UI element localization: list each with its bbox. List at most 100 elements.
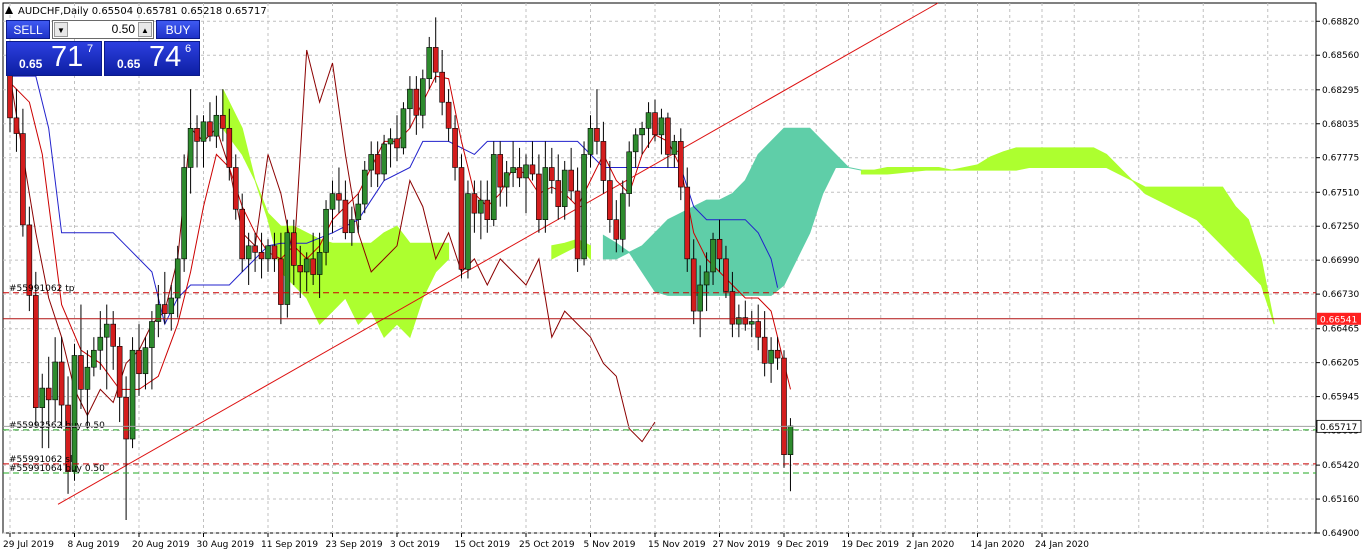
candle-body [594, 128, 600, 142]
candle-body [523, 164, 529, 179]
candle-body [613, 219, 620, 240]
candle-body [181, 167, 187, 260]
chart-window[interactable]: #55991062 tp #55992562 buy 0.50 #55991062 … [0, 0, 1362, 554]
y-tick-label: 0.68560 [1322, 51, 1359, 61]
buy-price-prefix: 0.65 [117, 57, 141, 71]
candle-body [465, 193, 471, 270]
sell-price-fraction: 7 [87, 43, 94, 55]
candle-body [32, 295, 39, 408]
candle-body [200, 121, 207, 142]
candle-body [220, 114, 226, 129]
candle-body [13, 117, 20, 134]
candle-body [710, 238, 716, 273]
candle-body [84, 366, 91, 390]
price-chart[interactable]: #55991062 tp#55992562 buy 0.50#55991062 … [0, 0, 1362, 554]
candle-body [632, 134, 639, 153]
y-tick-label: 0.67510 [1322, 188, 1359, 198]
candle-body [232, 167, 239, 210]
lot-increase-icon[interactable]: ▲ [138, 22, 152, 37]
candle-body [39, 387, 46, 408]
candle-body [303, 258, 310, 273]
candle-body [45, 387, 52, 401]
buy-price-fraction: 6 [185, 43, 192, 55]
sell-price-pips: 71 [51, 41, 84, 73]
one-click-trading-panel: SELL ▼ 0.50 ▲ BUY 0.65 71 7 0.65 74 6 [6, 20, 200, 76]
candle-body [194, 128, 200, 142]
candle-body [258, 252, 265, 260]
candle-body [290, 232, 297, 266]
candle-body [677, 141, 684, 188]
candle-body [452, 128, 458, 168]
candle-body [323, 208, 329, 253]
candle-body [207, 121, 213, 137]
candle-body [419, 78, 426, 116]
x-tick-label: 2 Jan 2020 [906, 540, 954, 550]
candle-body [432, 47, 439, 73]
candle-body [213, 114, 220, 137]
candle-body [510, 167, 516, 174]
candle-body [716, 238, 723, 260]
candle-body [561, 169, 568, 207]
candle-body [142, 347, 149, 375]
lot-decrease-icon[interactable]: ▼ [54, 22, 68, 37]
candle-body [548, 167, 555, 181]
candle-body [536, 173, 542, 220]
y-tick-label: 0.66990 [1322, 256, 1359, 266]
candle-body [174, 258, 181, 299]
x-tick-label: 5 Nov 2019 [584, 540, 636, 550]
candle-body [284, 232, 291, 305]
y-tick-label: 0.66730 [1322, 290, 1359, 300]
buy-price-pips: 74 [149, 41, 182, 73]
buy-price-quote[interactable]: 0.65 74 6 [104, 41, 200, 76]
candle-body [381, 143, 387, 175]
candle-body [20, 133, 26, 226]
candle-body [529, 164, 536, 175]
x-tick-label: 23 Sep 2019 [326, 540, 383, 550]
x-tick-label: 8 Aug 2019 [68, 540, 120, 550]
candle-body [116, 346, 123, 398]
candle-body [555, 180, 562, 207]
candle-body [684, 186, 691, 260]
lot-size-input[interactable]: ▼ 0.50 ▲ [52, 20, 154, 39]
sell-price-quote[interactable]: 0.65 71 7 [6, 41, 102, 76]
candle-body [168, 297, 175, 314]
candle-body [619, 193, 626, 240]
candle-body [162, 304, 168, 314]
candle-body [329, 193, 336, 210]
sell-button[interactable]: SELL [6, 20, 50, 39]
y-tick-label: 0.66205 [1322, 359, 1359, 369]
candle-body [490, 154, 497, 220]
candle-body [355, 203, 362, 220]
candle-body [439, 71, 445, 103]
x-tick-label: 15 Nov 2019 [648, 540, 706, 550]
y-tick-label: 0.68295 [1322, 86, 1359, 96]
y-tick-label: 0.65420 [1322, 461, 1359, 471]
x-tick-label: 27 Nov 2019 [713, 540, 771, 550]
candle-body [671, 141, 678, 155]
candle-body [690, 258, 697, 312]
candle-body [471, 193, 478, 214]
candle-body [129, 349, 136, 440]
candle-body [774, 349, 781, 359]
lot-size-value[interactable]: 0.50 [71, 21, 135, 38]
candle-body [723, 258, 729, 292]
candle-body [271, 245, 278, 260]
candle-body [342, 199, 349, 234]
candle-body [91, 349, 97, 368]
candle-body [368, 154, 375, 171]
candle-body [703, 271, 710, 286]
candle-body [278, 258, 284, 305]
candle-body [426, 47, 433, 80]
candle-body [252, 245, 258, 253]
candle-body [149, 321, 155, 348]
candle-body [349, 219, 355, 234]
x-tick-label: 15 Oct 2019 [455, 540, 511, 550]
candle-body [58, 361, 65, 406]
candle-body [645, 112, 652, 129]
candle-body [639, 128, 645, 136]
candle-body [387, 138, 394, 145]
y-tick-label: 0.65945 [1322, 393, 1359, 403]
x-tick-label: 9 Dec 2019 [777, 540, 829, 550]
candle-body [755, 321, 762, 338]
buy-button[interactable]: BUY [156, 20, 200, 39]
